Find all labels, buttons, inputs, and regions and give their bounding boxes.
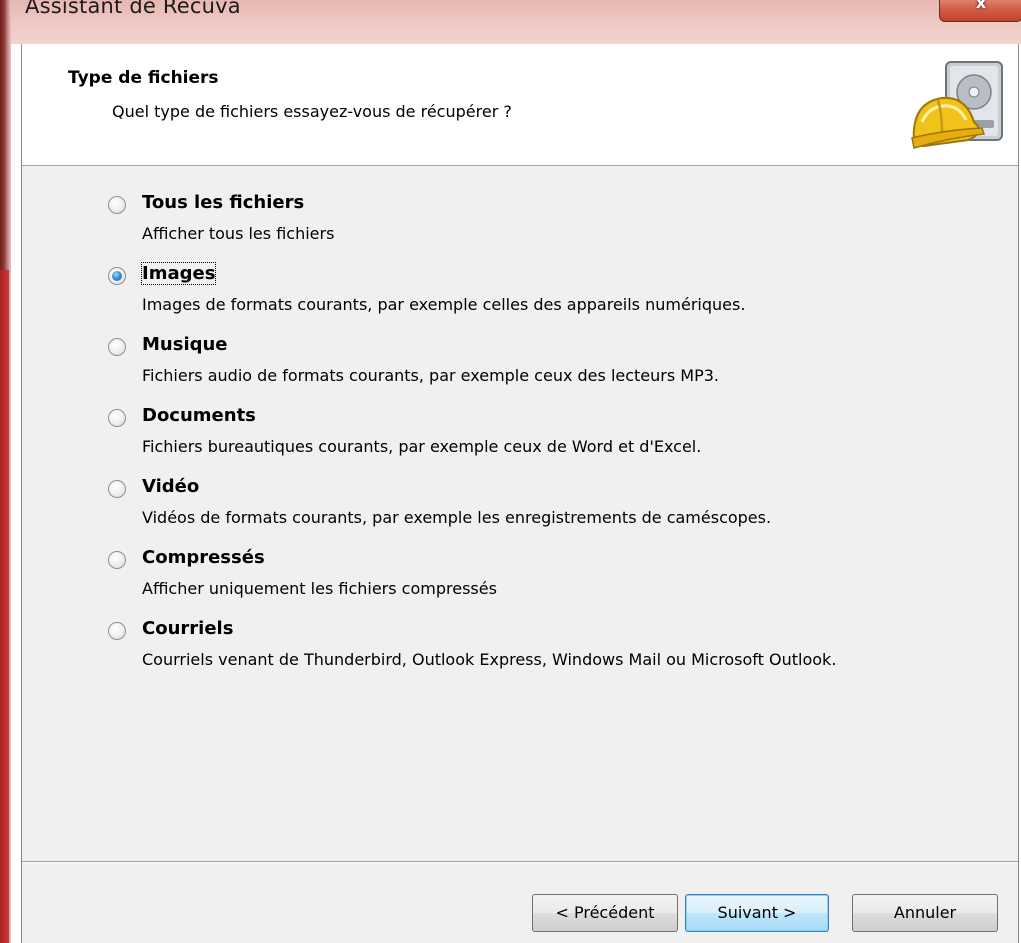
radio-compressed[interactable]	[108, 551, 126, 569]
title-bar[interactable]: Assistant de Recuva x	[11, 0, 1021, 44]
close-button[interactable]: x	[939, 0, 1021, 22]
radio-all-files[interactable]	[108, 196, 126, 214]
option-description: Courriels venant de Thunderbird, Outlook…	[142, 650, 837, 669]
option-description: Vidéos de formats courants, par exemple …	[142, 508, 772, 527]
option-label[interactable]: Courriels	[142, 618, 233, 639]
option-label[interactable]: Compressés	[142, 547, 265, 568]
window-frame-accent	[0, 270, 9, 943]
page-title: Type de fichiers	[68, 68, 219, 88]
option-description: Images de formats courants, par exemple …	[142, 295, 746, 314]
recuva-hardhat-disk-icon	[911, 61, 1003, 149]
radio-emails[interactable]	[108, 622, 126, 640]
next-button[interactable]: Suivant >	[685, 894, 829, 932]
option-description: Fichiers bureautiques courants, par exem…	[142, 437, 702, 456]
option-label[interactable]: Images	[140, 262, 217, 285]
radio-images[interactable]	[108, 267, 126, 285]
option-label[interactable]: Musique	[142, 334, 228, 355]
option-description: Fichiers audio de formats courants, par …	[142, 366, 719, 385]
radio-selected-dot	[112, 271, 122, 281]
cancel-button[interactable]: Annuler	[852, 894, 998, 932]
wizard-dialog: Type de fichiers Quel type de fichiers e…	[21, 44, 1019, 943]
footer-separator	[22, 861, 1018, 863]
window-title: Assistant de Recuva	[25, 0, 241, 18]
radio-music[interactable]	[108, 338, 126, 356]
recuva-wizard-window: Assistant de Recuva x Type de fichiers Q…	[0, 0, 1021, 943]
option-label[interactable]: Vidéo	[142, 476, 199, 497]
radio-documents[interactable]	[108, 409, 126, 427]
option-description: Afficher uniquement les fichiers compres…	[142, 579, 497, 598]
wizard-header: Type de fichiers Quel type de fichiers e…	[22, 44, 1018, 166]
close-icon: x	[975, 0, 987, 12]
page-subtitle: Quel type de fichiers essayez-vous de ré…	[112, 102, 512, 121]
option-label[interactable]: Tous les fichiers	[142, 192, 304, 213]
previous-button[interactable]: < Précédent	[532, 894, 678, 932]
option-description: Afficher tous les fichiers	[142, 224, 335, 243]
option-label[interactable]: Documents	[142, 405, 256, 426]
radio-video[interactable]	[108, 480, 126, 498]
